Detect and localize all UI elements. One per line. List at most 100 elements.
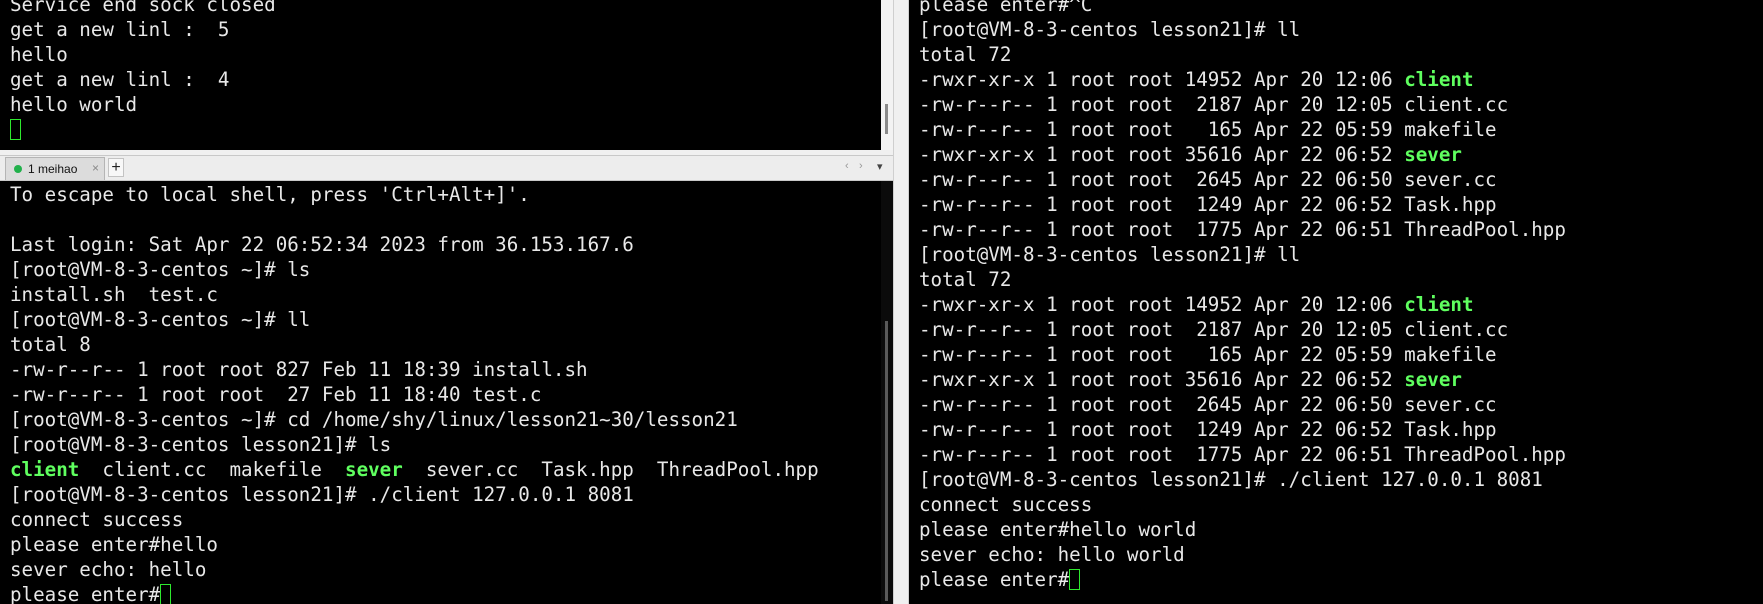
terminal-text: total 72 <box>919 43 1012 66</box>
session-tab[interactable]: 1 meihao × <box>5 157 105 180</box>
terminal-text: -rw-r--r-- 1 root root 1249 Apr 22 06:52… <box>919 193 1497 216</box>
executable-file-name: sever <box>1404 368 1462 391</box>
terminal-text: [root@VM-8-3-centos lesson21]# ll <box>919 243 1301 266</box>
terminal-text: connect success <box>10 508 184 531</box>
cursor-icon <box>10 119 21 140</box>
terminal-line: [root@VM-8-3-centos lesson21]# ll <box>919 242 1763 267</box>
terminal-output: Service end sock closed get a new linl : … <box>0 0 893 142</box>
terminal-text: [root@VM-8-3-centos ~]# ls <box>10 258 311 281</box>
terminal-text: get a new linl : 5 <box>10 18 230 41</box>
terminal-text: [root@VM-8-3-centos ~]# ll <box>10 308 311 331</box>
terminal-text: install.sh test.c <box>10 283 218 306</box>
terminal-line: [root@VM-8-3-centos lesson21]# ls <box>10 432 893 457</box>
pane-splitter-vertical[interactable] <box>893 0 909 604</box>
terminal-text: -rw-r--r-- 1 root root 1775 Apr 22 06:51… <box>919 218 1566 241</box>
terminal-text: [root@VM-8-3-centos lesson21]# ./client … <box>919 468 1543 491</box>
executable-file-name: client <box>1404 68 1474 91</box>
terminal-text: -rw-r--r-- 1 root root 2187 Apr 20 12:05… <box>919 318 1509 341</box>
terminal-text: please enter#hello <box>10 533 218 556</box>
terminal-text: -rw-r--r-- 1 root root 827 Feb 11 18:39 … <box>10 358 588 381</box>
terminal-line: -rw-r--r-- 1 root root 2187 Apr 20 12:05… <box>919 317 1763 342</box>
terminal-line: -rw-r--r-- 1 root root 2187 Apr 20 12:05… <box>919 92 1763 117</box>
terminal-line: Last login: Sat Apr 22 06:52:34 2023 fro… <box>10 232 893 257</box>
terminal-text: To escape to local shell, press 'Ctrl+Al… <box>10 183 530 206</box>
terminal-text: sever.cc Task.hpp ThreadPool.hpp <box>402 458 819 481</box>
terminal-line: get a new linl : 5 <box>10 17 893 42</box>
terminal-line: client client.cc makefile sever sever.cc… <box>10 457 893 482</box>
terminal-line: -rw-r--r-- 1 root root 1249 Apr 22 06:52… <box>919 192 1763 217</box>
terminal-text: -rw-r--r-- 1 root root 165 Apr 22 05:59 … <box>919 118 1497 141</box>
close-icon[interactable]: × <box>92 161 99 175</box>
terminal-line: -rw-r--r-- 1 root root 27 Feb 11 18:40 t… <box>10 382 893 407</box>
terminal-text: total 8 <box>10 333 91 356</box>
terminal-text: please enter#hello world <box>919 518 1197 541</box>
terminal-text: total 72 <box>919 268 1012 291</box>
terminal-text: -rwxr-xr-x 1 root root 35616 Apr 22 06:5… <box>919 143 1405 166</box>
terminal-line: -rw-r--r-- 1 root root 2645 Apr 22 06:50… <box>919 167 1763 192</box>
terminal-text: -rw-r--r-- 1 root root 2187 Apr 20 12:05… <box>919 93 1509 116</box>
terminal-line: -rwxr-xr-x 1 root root 35616 Apr 22 06:5… <box>919 367 1763 392</box>
terminal-text: Last login: Sat Apr 22 06:52:34 2023 fro… <box>10 233 634 256</box>
terminal-line: -rw-r--r-- 1 root root 2645 Apr 22 06:50… <box>919 392 1763 417</box>
session-tab-bar: 1 meihao × + ‹ › ▾ <box>0 155 893 181</box>
terminal-text: sever echo: hello <box>10 558 207 581</box>
terminal-line: [root@VM-8-3-centos lesson21]# ./client … <box>919 467 1763 492</box>
terminal-line <box>10 117 893 142</box>
terminal-line: -rw-r--r-- 1 root root 827 Feb 11 18:39 … <box>10 357 893 382</box>
terminal-text: -rwxr-xr-x 1 root root 14952 Apr 20 12:0… <box>919 293 1405 316</box>
terminal-text: -rw-r--r-- 1 root root 165 Apr 22 05:59 … <box>919 343 1497 366</box>
terminal-line: sever echo: hello <box>10 557 893 582</box>
tab-next-icon[interactable]: › <box>859 160 863 172</box>
executable-file-name: client <box>10 458 80 481</box>
terminal-line: To escape to local shell, press 'Ctrl+Al… <box>10 182 893 207</box>
terminal-text: hello <box>10 43 68 66</box>
executable-file-name: sever <box>345 458 403 481</box>
session-tab-label: 1 meihao <box>28 162 78 176</box>
terminal-text: -rw-r--r-- 1 root root 2645 Apr 22 06:50… <box>919 393 1497 416</box>
terminal-line: -rwxr-xr-x 1 root root 35616 Apr 22 06:5… <box>919 142 1763 167</box>
terminal-line: -rw-r--r-- 1 root root 1249 Apr 22 06:52… <box>919 417 1763 442</box>
terminal-text: -rw-r--r-- 1 root root 1775 Apr 22 06:51… <box>919 443 1566 466</box>
terminal-text: [root@VM-8-3-centos lesson21]# ./client … <box>10 483 634 506</box>
terminal-line: -rw-r--r-- 1 root root 1775 Apr 22 06:51… <box>919 442 1763 467</box>
terminal-line: [root@VM-8-3-centos lesson21]# ./client … <box>10 482 893 507</box>
terminal-line: [root@VM-8-3-centos ~]# ls <box>10 257 893 282</box>
terminal-line: get a new linl : 4 <box>10 67 893 92</box>
status-dot-icon <box>14 165 22 173</box>
scrollbar-bottom-pane[interactable] <box>881 181 893 604</box>
executable-file-name: sever <box>1404 143 1462 166</box>
terminal-text: [root@VM-8-3-centos ~]# cd /home/shy/lin… <box>10 408 738 431</box>
terminal-line: -rwxr-xr-x 1 root root 14952 Apr 20 12:0… <box>919 67 1763 92</box>
scrollbar-thumb[interactable] <box>885 104 888 134</box>
terminal-text: please enter# <box>919 568 1070 591</box>
terminal-text: -rwxr-xr-x 1 root root 35616 Apr 22 06:5… <box>919 368 1405 391</box>
terminal-text: hello world <box>10 93 138 116</box>
terminal-text: sever echo: hello world <box>919 543 1185 566</box>
terminal-line: please enter#hello <box>10 532 893 557</box>
terminal-text: -rw-r--r-- 1 root root 27 Feb 11 18:40 t… <box>10 383 542 406</box>
terminal-line: please enter#hello world <box>919 517 1763 542</box>
tab-prev-icon[interactable]: ‹ <box>845 160 849 172</box>
scrollbar-top-pane[interactable] <box>881 0 893 150</box>
terminal-line: total 72 <box>919 42 1763 67</box>
terminal-text: -rwxr-xr-x 1 root root 14952 Apr 20 12:0… <box>919 68 1405 91</box>
terminal-pane-right[interactable]: please enter#^C [root@VM-8-3-centos lesso… <box>909 0 1763 604</box>
terminal-text: [root@VM-8-3-centos lesson21]# ls <box>10 433 392 456</box>
terminal-line: total 72 <box>919 267 1763 292</box>
plus-icon[interactable]: + <box>108 158 124 177</box>
tab-menu-icon[interactable]: ▾ <box>877 160 883 173</box>
terminal-line: [root@VM-8-3-centos ~]# ll <box>10 307 893 332</box>
terminal-text: client.cc makefile <box>79 458 346 481</box>
cursor-icon <box>160 584 172 604</box>
cursor-icon <box>1069 569 1081 590</box>
terminal-text: -rw-r--r-- 1 root root 2645 Apr 22 06:50… <box>919 168 1497 191</box>
scrollbar-thumb[interactable] <box>885 321 888 601</box>
terminal-line: -rw-r--r-- 1 root root 1775 Apr 22 06:51… <box>919 217 1763 242</box>
executable-file-name: client <box>1404 293 1474 316</box>
terminal-line: connect success <box>10 507 893 532</box>
terminal-pane-top[interactable]: Service end sock closed get a new linl : … <box>0 0 893 150</box>
terminal-line: [root@VM-8-3-centos lesson21]# ll <box>919 17 1763 42</box>
terminal-pane-bottom[interactable]: To escape to local shell, press 'Ctrl+Al… <box>0 181 893 604</box>
terminal-line: please enter# <box>10 582 893 604</box>
terminal-line: please enter#^C <box>919 0 1763 17</box>
